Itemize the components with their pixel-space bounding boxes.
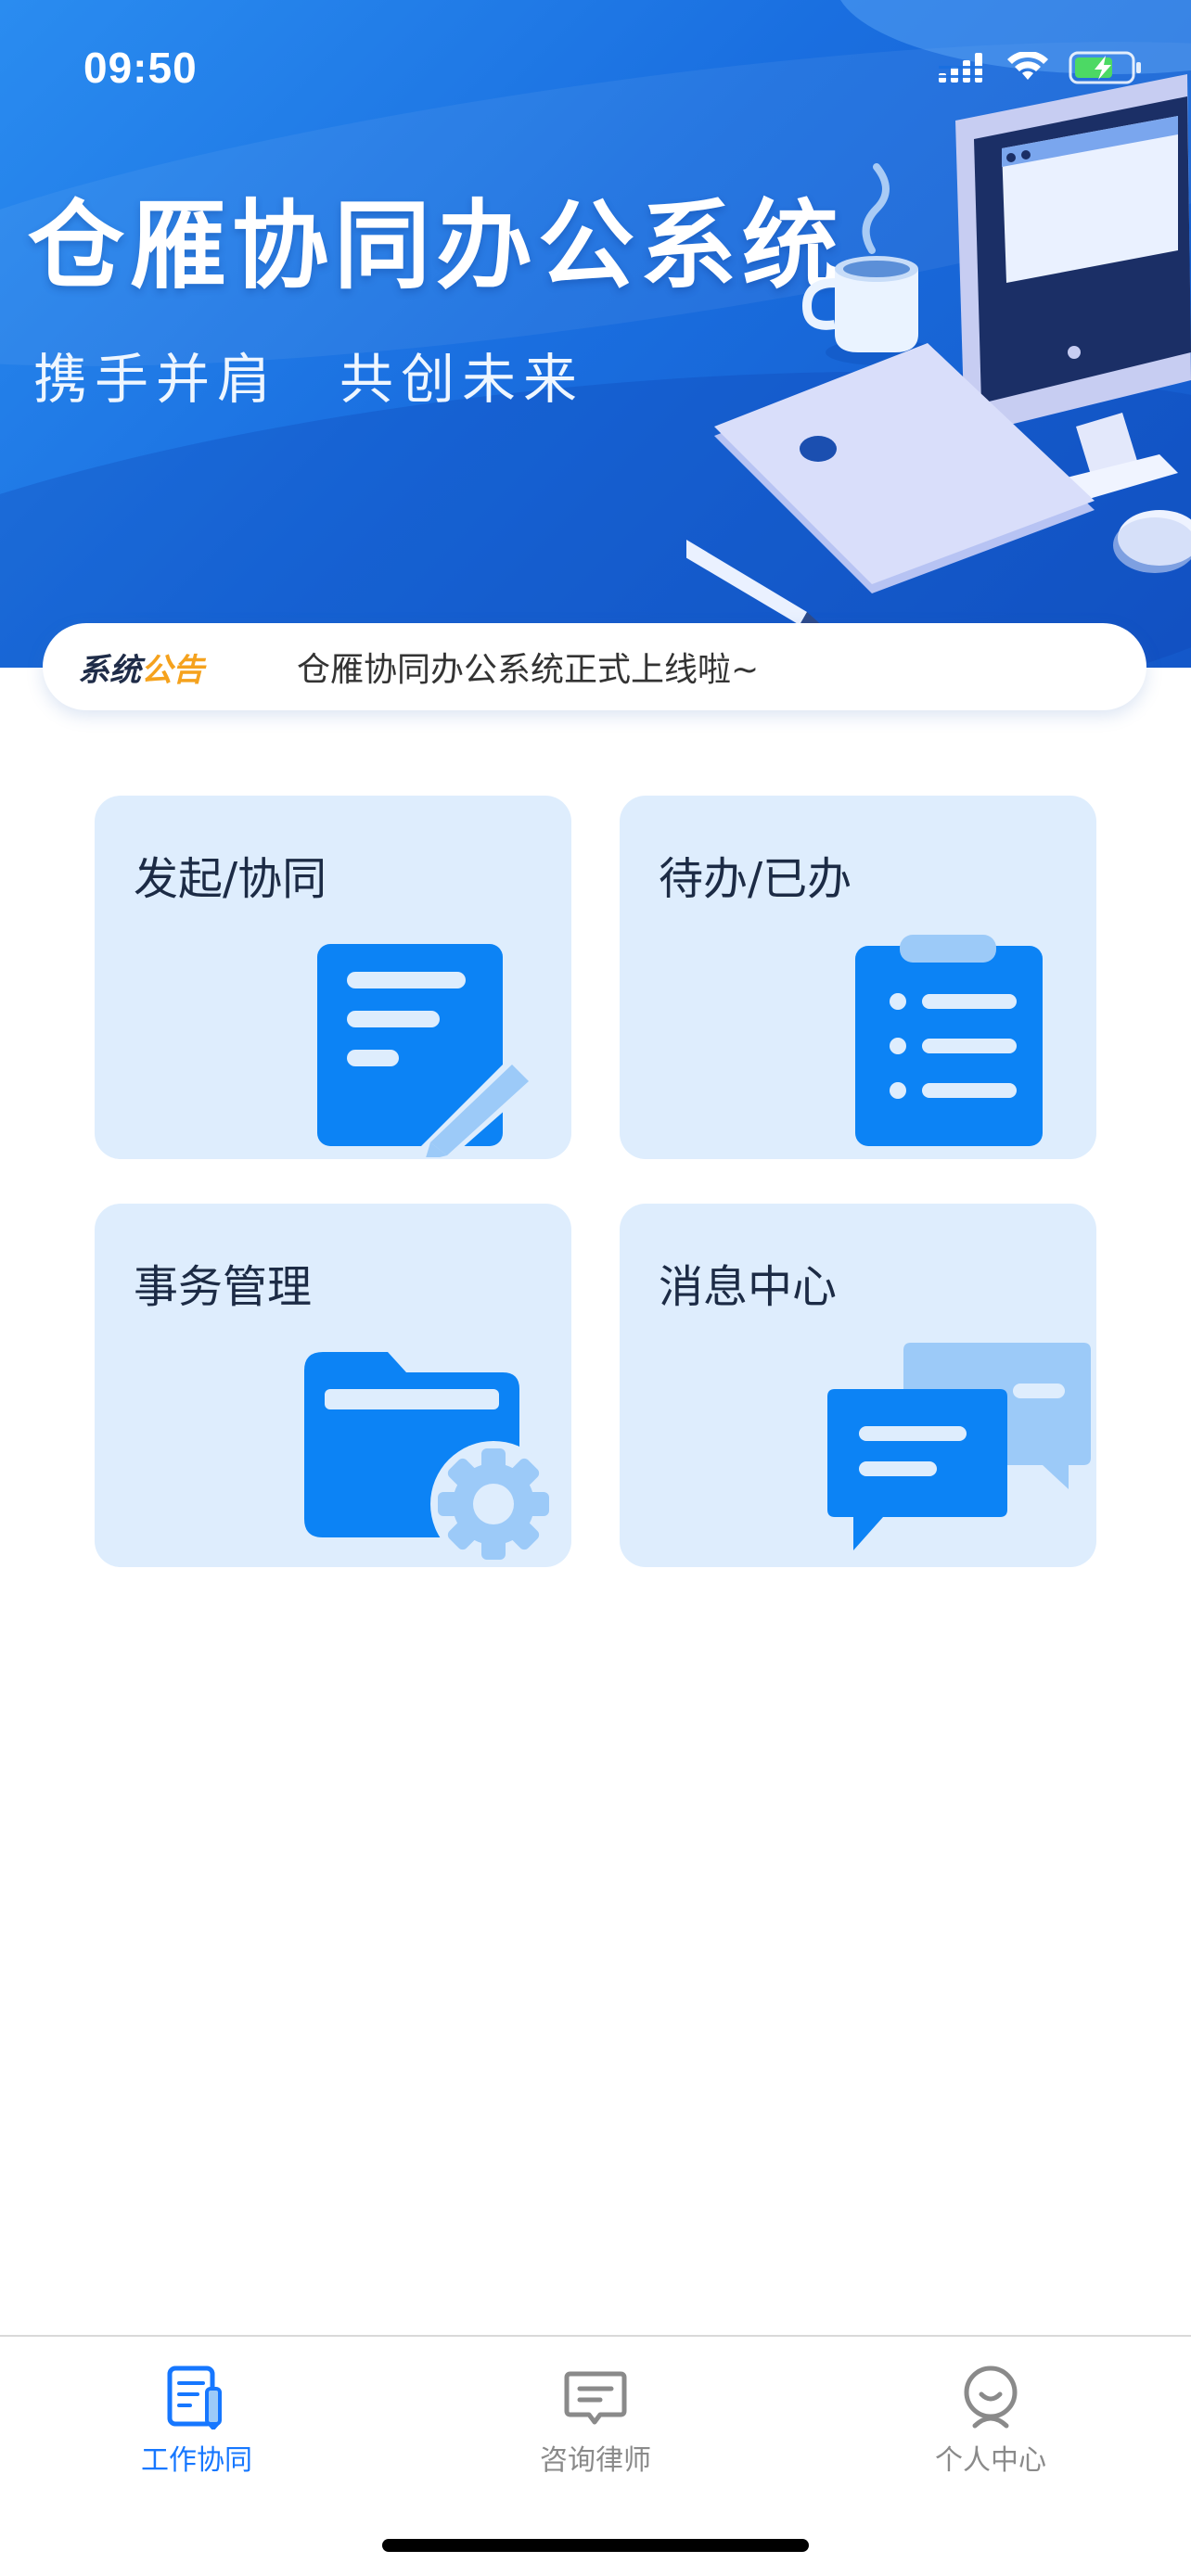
tab-work-collaboration[interactable]: 工作协同 [76,2365,317,2504]
card-title: 发起/协同 [134,853,327,905]
tab-personal-center[interactable]: 个人中心 [870,2365,1111,2504]
message-icon [564,2371,627,2425]
card-title: 消息中心 [659,1261,838,1313]
home-indicator[interactable] [382,2539,809,2552]
pen-icon [686,540,826,629]
office-desk-illustration [686,74,1191,629]
card-title: 待办/已办 [659,853,852,905]
clipboard-list-icon [855,935,1043,1146]
hero-subtitle: 携手并肩 共创未来 [33,348,585,411]
card-affairs-management[interactable]: 事务管理 [95,1204,571,1567]
card-message-center[interactable]: 消息中心 [620,1204,1096,1567]
mouse-icon [1113,510,1191,573]
tab-consult-lawyer[interactable]: 咨询律师 [475,2365,716,2504]
announcement-tag-part1: 系统 [78,651,141,689]
announcement-bar[interactable]: 系统公告 仓雁协同办公系统正式上线啦~ [43,623,1146,710]
status-time: 09:50 [83,44,198,92]
card-initiate-collaborate[interactable]: 发起/协同 [95,796,571,1159]
card-todo-done[interactable]: 待办/已办 [620,796,1096,1159]
announcement-tag-part2: 公告 [141,651,204,689]
tab-label: 个人中心 [935,2444,1046,2477]
announcement-text: 仓雁协同办公系统正式上线啦~ [297,651,760,689]
tab-label: 工作协同 [141,2444,252,2477]
card-title: 事务管理 [134,1261,313,1313]
document-edit-icon [317,944,538,1157]
chat-bubbles-icon [827,1343,1091,1550]
app-screen: 09:50 仓雁协同办公系统 携手并肩 共创未来 系统公告 仓雁协同办公系统正式… [0,0,1191,2576]
hero-banner: 09:50 仓雁协同办公系统 携手并肩 共创未来 [0,0,1191,668]
folder-settings-icon [304,1352,557,1565]
tab-label: 咨询律师 [540,2444,651,2477]
document-edit-icon [167,2366,222,2429]
coffee-cup-icon [801,163,937,365]
user-icon [964,2366,1018,2429]
announcement-tag: 系统公告 [78,644,204,690]
